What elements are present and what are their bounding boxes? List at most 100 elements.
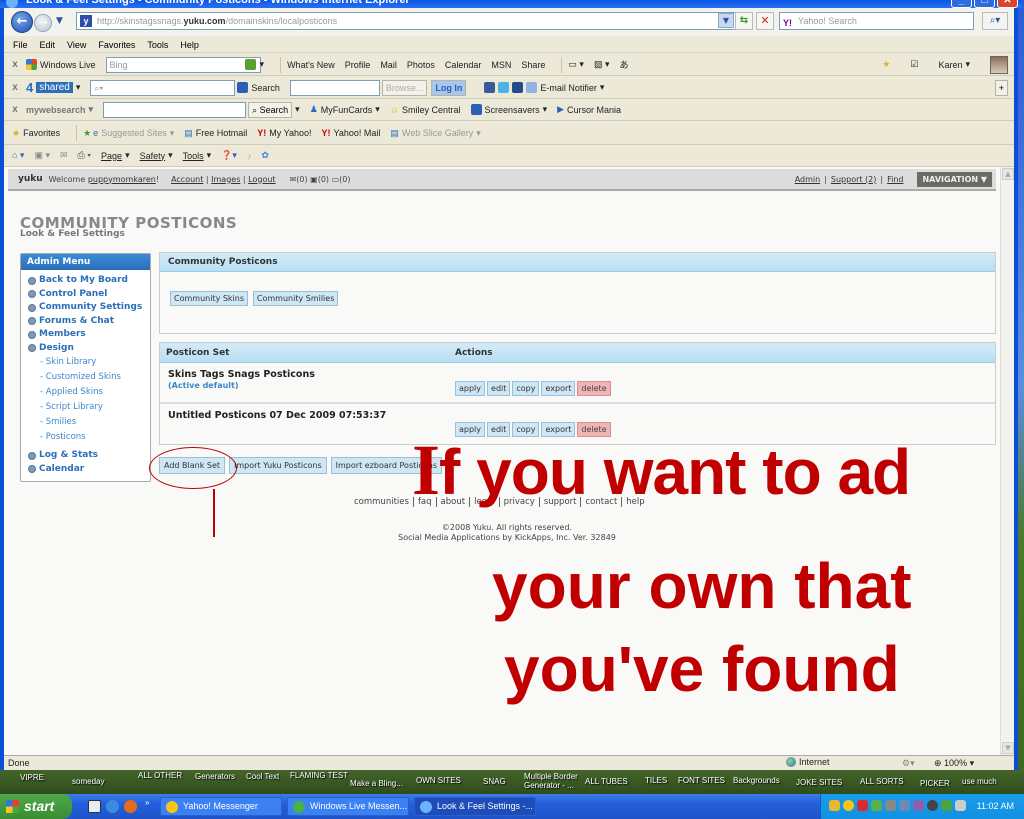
desktop-shortcut[interactable]: FONT SITES (678, 776, 725, 785)
import-yuku-posticons-button[interactable]: Import Yuku Posticons (229, 457, 327, 474)
submenu-posticons[interactable]: - Posticons (21, 430, 150, 445)
submenu-customized-skins[interactable]: - Customized Skins (21, 370, 150, 385)
facebook-icon[interactable] (484, 82, 496, 93)
tools-menu[interactable]: Tools ▾ (183, 150, 212, 161)
link-cursor-mania[interactable]: ▶ Cursor Mania (557, 104, 621, 115)
desktop-shortcut[interactable]: VIPRE (20, 773, 44, 782)
desktop-shortcut[interactable]: Multiple Border Generator - ... (524, 772, 578, 790)
photo-share-icon[interactable]: ▧ ▾ (594, 59, 610, 70)
4shared-search-button[interactable]: Search (237, 82, 280, 93)
minimize-button[interactable]: _ (951, 0, 972, 8)
tray-icon[interactable] (913, 800, 924, 811)
link-whats-new[interactable]: What's New (287, 60, 335, 70)
link-free-hotmail[interactable]: ▤ Free Hotmail (184, 128, 247, 139)
desktop-shortcut[interactable]: Backgrounds (733, 776, 780, 785)
link-suggested-sites[interactable]: e Suggested Sites ▾ (93, 128, 174, 139)
print-icon[interactable]: ⎙ ▾ (78, 150, 91, 161)
network-icon[interactable] (955, 800, 966, 811)
messenger-icon[interactable]: ✿ (261, 150, 269, 161)
bing-search-input[interactable]: Bing (105, 56, 261, 73)
research-icon[interactable]: ♪ (247, 151, 252, 161)
add-favorite-icon[interactable]: ★ (83, 128, 91, 139)
desktop-shortcut[interactable]: JOKE SITES (796, 778, 842, 787)
forward-button[interactable]: → (34, 14, 52, 32)
twitter-icon[interactable] (498, 82, 510, 93)
navigation-dropdown[interactable]: NAVIGATION ▼ (917, 171, 992, 187)
menu-favorites[interactable]: Favorites (98, 40, 135, 50)
close-button[interactable]: ✕ (997, 0, 1018, 8)
submenu-skin-library[interactable]: - Skin Library (21, 355, 150, 370)
email-icon[interactable] (526, 82, 538, 93)
export-button[interactable]: export (541, 381, 576, 396)
start-button[interactable]: start (0, 794, 72, 819)
more-quicklaunch-icon[interactable]: » (145, 798, 149, 807)
community-skins-button[interactable]: Community Skins (170, 291, 249, 306)
link-yahoo-mail[interactable]: Y! Yahoo! Mail (322, 128, 381, 138)
task-yahoo-messenger[interactable]: Yahoo! Messenger (160, 797, 282, 816)
messages-counter[interactable]: ✉(0) (290, 175, 308, 184)
find-link[interactable]: Find (887, 175, 903, 184)
mywebsearch-input[interactable] (103, 101, 247, 118)
link-msn[interactable]: MSN (491, 60, 511, 70)
link-myfuncards[interactable]: ♟ MyFunCards ▾ (310, 104, 380, 115)
favorites-button[interactable]: ★ Favorites (12, 128, 60, 139)
apply-button[interactable]: apply (455, 381, 486, 396)
email-notifier[interactable]: E-mail Notifier ▾ (540, 82, 604, 93)
address-input[interactable]: y http://skinstagssnags.yuku.com/domains… (76, 12, 736, 30)
tray-icon[interactable] (871, 800, 882, 811)
images-link[interactable]: Images (211, 175, 240, 184)
copy-button[interactable]: copy (512, 381, 540, 396)
volume-icon[interactable] (885, 800, 896, 811)
link-web-slice-gallery[interactable]: ▤ Web Slice Gallery ▾ (390, 128, 480, 139)
checkbox-icon[interactable]: ☑ (910, 59, 918, 70)
menu-community-settings[interactable]: Community Settings (21, 301, 150, 315)
footer-link-communities[interactable]: communities (354, 497, 409, 507)
menu-calendar[interactable]: Calendar (21, 463, 150, 477)
close-toolbar-icon[interactable]: x (4, 82, 26, 93)
home-icon[interactable]: ⌂ ▾ (12, 150, 24, 161)
login-button[interactable]: Log In (431, 79, 467, 96)
favorites-star-icon[interactable]: ★ (882, 59, 890, 70)
notifications-counter[interactable]: ▣(0) (310, 175, 329, 184)
desktop-shortcut[interactable]: someday (72, 777, 104, 786)
logout-link[interactable]: Logout (248, 175, 275, 184)
submenu-smilies[interactable]: - Smilies (21, 415, 150, 430)
vertical-scrollbar[interactable]: ▲ ▼ (1000, 167, 1014, 755)
tray-icon[interactable] (857, 800, 868, 811)
mywebsearch-search-button[interactable]: ⌕ Search (248, 101, 293, 118)
task-windows-live-messenger[interactable]: Windows Live Messen... (287, 797, 409, 816)
menu-view[interactable]: View (67, 40, 86, 50)
help-icon[interactable]: ❓▾ (221, 150, 237, 161)
protected-mode-icon[interactable]: ⚙▾ (902, 758, 915, 769)
desktop-shortcut[interactable]: OWN SITES (416, 776, 461, 785)
stop-icon[interactable]: ✕ (756, 12, 774, 30)
bing-search-icon[interactable] (244, 59, 256, 70)
tray-icon[interactable] (899, 800, 910, 811)
window-list-icon[interactable]: ▭ ▾ (568, 59, 584, 70)
menu-tools[interactable]: Tools (147, 40, 168, 50)
desktop-shortcut[interactable]: ALL SORTS (860, 777, 904, 786)
add-toolbar-icon[interactable]: + (994, 79, 1008, 96)
edit-button[interactable]: edit (487, 381, 511, 396)
feeds-icon[interactable]: ▣ ▾ (34, 150, 50, 161)
link-screensavers[interactable]: Screensavers ▾ (470, 104, 547, 115)
mywebsearch-logo[interactable]: mywebsearch ▾ (26, 104, 93, 115)
desktop-shortcut[interactable]: Make a Bling... (350, 779, 403, 788)
yahoo-search-input[interactable]: Y! Yahoo! Search (779, 12, 974, 30)
account-link[interactable]: Account (171, 175, 203, 184)
desktop-shortcut[interactable]: use much (962, 777, 997, 786)
firefox-quicklaunch-icon[interactable] (124, 800, 137, 813)
desktop-shortcut[interactable]: TILES (645, 776, 667, 785)
submenu-script-library[interactable]: - Script Library (21, 400, 150, 415)
read-mail-icon[interactable]: ✉ (60, 150, 68, 161)
tray-icon[interactable] (829, 800, 840, 811)
admin-link[interactable]: Admin (795, 175, 821, 184)
link-photos[interactable]: Photos (407, 60, 435, 70)
menu-forums-chat[interactable]: Forums & Chat (21, 315, 150, 329)
user-avatar[interactable] (990, 55, 1008, 74)
browse-button[interactable]: Browse... (381, 79, 428, 96)
ie-quicklaunch-icon[interactable] (106, 800, 119, 813)
desktop-shortcut[interactable]: PICKER (920, 779, 950, 788)
4shared-search-input[interactable]: ⌕▾ (90, 79, 236, 96)
yuku-logo[interactable]: yuku (18, 174, 43, 184)
